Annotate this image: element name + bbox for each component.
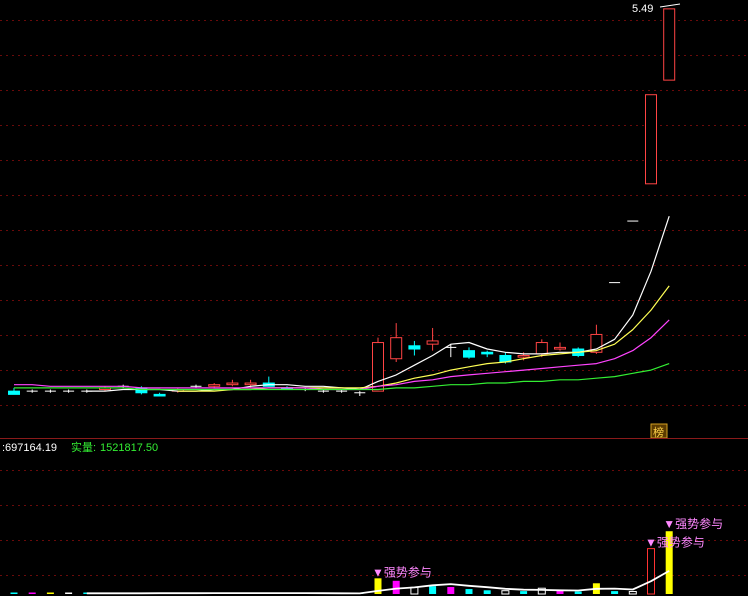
- volume-bar: [501, 590, 510, 595]
- candle-body: [244, 382, 257, 386]
- volume-bar: [520, 591, 528, 594]
- max-price-pointer: [659, 3, 681, 8]
- candle-body: [408, 345, 421, 350]
- volume-bar: [447, 586, 455, 594]
- volume-grid: [0, 470, 748, 576]
- real-volume-value: 1521817.50: [100, 442, 158, 454]
- volume-bar: [10, 592, 18, 594]
- strong-participation-annotation: ▼强势参与: [372, 564, 432, 579]
- volume-bar: [392, 580, 400, 594]
- volume-bar: [65, 592, 73, 594]
- candle-body: [153, 393, 166, 397]
- ma-green-line: [14, 363, 670, 391]
- candle-body: [226, 382, 239, 386]
- max-price-label: 5.49: [632, 3, 653, 15]
- candlesticks: [8, 8, 676, 397]
- candle-body: [208, 384, 221, 387]
- volume-bar: [46, 592, 54, 594]
- strong-participation-annotation: ▼强势参与: [645, 535, 705, 550]
- volume-header-value: :697164.19: [2, 442, 57, 454]
- candle-body: [372, 342, 384, 392]
- volume-bar: [465, 589, 473, 594]
- candle-body: [663, 8, 676, 81]
- stock-chart: 5.49 榜 :697164.19 实量: 1521817.50 ▼强势参与 ▼强…: [0, 3, 748, 595]
- candle-body: [535, 342, 548, 355]
- volume-bar: [611, 591, 619, 594]
- candle-body: [554, 346, 566, 350]
- ma-magenta-line: [14, 319, 670, 391]
- moving-average-lines: [14, 216, 670, 392]
- volume-bar: [574, 591, 582, 594]
- marker-badge-label: 榜: [653, 425, 664, 439]
- volume-bar: [483, 590, 491, 594]
- candle-body: [517, 355, 530, 358]
- strong-participation-annotation: ▼强势参与: [663, 516, 723, 531]
- volume-bar: [647, 548, 655, 595]
- candle-body: [463, 350, 475, 358]
- volume-bar: [28, 592, 36, 594]
- real-volume-label: 实量:: [71, 440, 96, 454]
- volume-bar: [628, 591, 637, 595]
- candle-body: [390, 337, 403, 360]
- volume-bar: [429, 586, 437, 594]
- candle-body: [481, 351, 494, 355]
- candle-body: [426, 340, 439, 345]
- volume-header: :697164.19 实量: 1521817.50: [2, 440, 158, 454]
- candle-body: [8, 390, 20, 395]
- marker-badge: 榜: [650, 423, 668, 439]
- candle-body: [645, 94, 657, 185]
